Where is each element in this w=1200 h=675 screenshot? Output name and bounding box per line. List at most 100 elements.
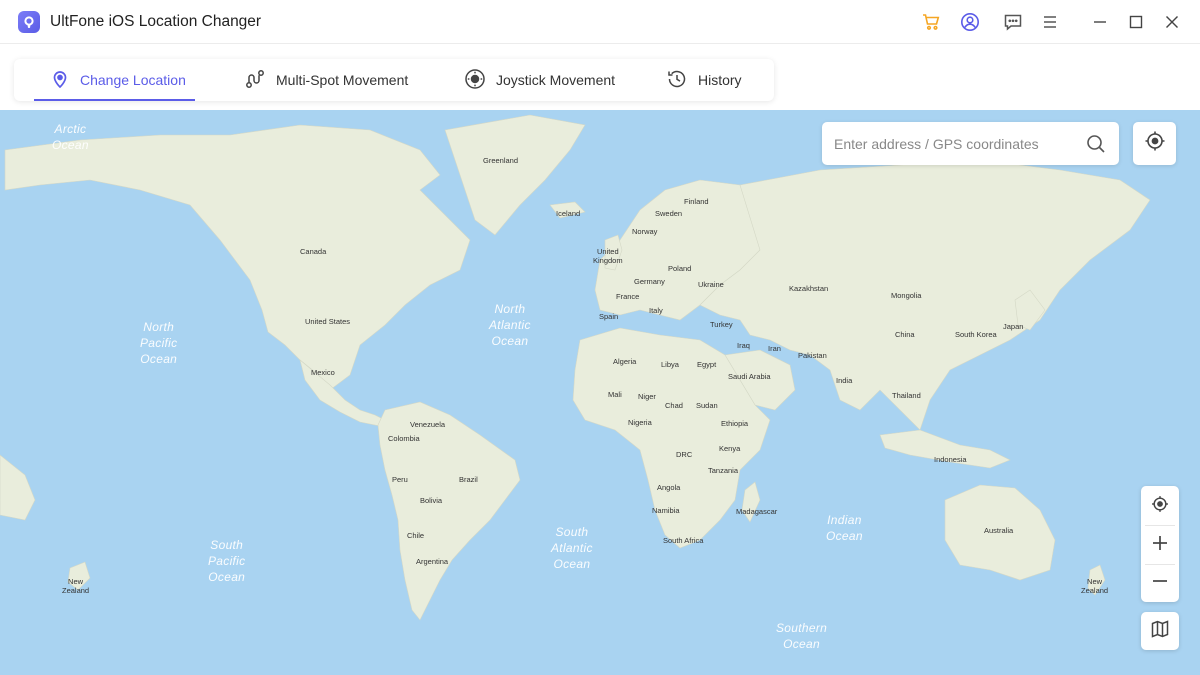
ocean-label: South Pacific Ocean <box>208 538 246 584</box>
joystick-icon <box>464 68 486 93</box>
zoom-in-icon <box>1151 534 1169 557</box>
country-label: Finland <box>684 197 709 206</box>
tab-label: Change Location <box>80 72 186 88</box>
world-map-canvas <box>0 114 1151 621</box>
app-logo <box>18 11 40 33</box>
ocean-label: South Atlantic Ocean <box>551 525 593 571</box>
tab-multi-spot-movement[interactable]: Multi-Spot Movement <box>244 59 408 101</box>
country-label: South Africa <box>663 536 704 545</box>
country-label: Niger <box>638 392 656 401</box>
map-layers-icon <box>1150 619 1170 644</box>
locate-me-button[interactable] <box>1141 487 1179 525</box>
country-label: Chad <box>665 401 683 410</box>
menu-icon[interactable] <box>1040 12 1060 32</box>
country-label: Chile <box>407 531 425 540</box>
tab-history[interactable]: History <box>666 59 742 101</box>
country-label: Argentina <box>416 557 449 566</box>
country-label: Madagascar <box>736 507 778 516</box>
country-label: Sudan <box>696 401 718 410</box>
country-label: Tanzania <box>708 466 739 475</box>
ocean-label: Indian Ocean <box>826 513 863 543</box>
country-label: Thailand <box>892 391 921 400</box>
country-label: DRC <box>676 450 693 459</box>
country-label: Japan <box>1003 322 1024 331</box>
country-label: Ethiopia <box>721 419 749 428</box>
country-label: Venezuela <box>410 420 446 429</box>
tab-change-location[interactable]: Change Location <box>34 59 195 101</box>
gps-locate-button[interactable] <box>1133 122 1176 165</box>
country-label: Norway <box>632 227 658 236</box>
cart-icon[interactable] <box>921 12 941 32</box>
country-label: Turkey <box>710 320 733 329</box>
country-label: Mali <box>608 390 622 399</box>
country-label: France <box>616 292 640 301</box>
country-label: Italy <box>649 306 663 315</box>
country-label: Iraq <box>737 341 750 350</box>
country-label: South Korea <box>955 330 997 339</box>
country-label: Iran <box>768 344 781 353</box>
country-label: Mexico <box>311 368 335 377</box>
country-label: Algeria <box>613 357 637 366</box>
search-icon[interactable] <box>1085 133 1107 155</box>
country-label: New Zealand <box>1081 577 1109 595</box>
country-label: United States <box>305 317 351 326</box>
country-label: Indonesia <box>934 455 967 464</box>
ocean-label: North Atlantic Ocean <box>489 302 531 348</box>
account-icon[interactable] <box>960 12 980 32</box>
landmass-north-america <box>4 124 471 391</box>
route-icon <box>244 68 266 93</box>
country-label: United Kingdom <box>593 247 623 265</box>
tab-bar-area: Change Location Multi-Spot Movement Joys… <box>0 44 1200 110</box>
ocean-label: Arctic Ocean <box>52 122 89 152</box>
app-title: UltFone iOS Location Changer <box>50 13 262 30</box>
country-label: Canada <box>300 247 327 256</box>
zoom-out-icon <box>1151 572 1169 595</box>
tab-label: Joystick Movement <box>496 72 616 88</box>
country-label: Kenya <box>719 444 741 453</box>
country-label: Poland <box>668 264 692 273</box>
country-label: Bolivia <box>420 496 443 505</box>
country-label: Egypt <box>697 360 717 369</box>
country-label: Nigeria <box>628 418 652 427</box>
title-bar: UltFone iOS Location Changer <box>0 0 1200 44</box>
close-icon[interactable] <box>1162 12 1182 32</box>
country-label: Spain <box>599 312 619 321</box>
history-icon <box>666 68 688 93</box>
crosshair-icon <box>1143 129 1167 158</box>
minimize-icon[interactable] <box>1090 12 1110 32</box>
country-label: China <box>895 330 915 339</box>
country-label: New Zealand <box>62 577 90 595</box>
address-search-input[interactable] <box>834 133 1074 155</box>
country-label: Brazil <box>459 475 478 484</box>
map-controls <box>1141 486 1179 602</box>
country-label: Germany <box>634 277 665 286</box>
country-label: Angola <box>657 483 681 492</box>
map-type-button[interactable] <box>1141 612 1179 650</box>
country-label: Australia <box>984 526 1014 535</box>
country-label: Peru <box>392 475 408 484</box>
locate-icon <box>1150 494 1170 519</box>
tab-label: Multi-Spot Movement <box>276 72 409 88</box>
world-map[interactable]: Greenland Iceland Finland Sweden Norway … <box>0 110 1200 675</box>
country-label: Greenland <box>483 156 519 165</box>
country-label: Ukraine <box>698 280 724 289</box>
country-label: Pakistan <box>798 351 827 360</box>
maximize-icon[interactable] <box>1126 12 1146 32</box>
country-label: Libya <box>661 360 679 369</box>
feedback-icon[interactable] <box>1003 12 1023 32</box>
tab-label: History <box>698 72 742 88</box>
country-label: Kazakhstan <box>789 284 829 293</box>
country-label: Iceland <box>556 209 581 218</box>
tab-joystick-movement[interactable]: Joystick Movement <box>464 59 615 101</box>
location-pin-icon <box>50 69 70 92</box>
zoom-in-button[interactable] <box>1141 526 1179 564</box>
zoom-out-button[interactable] <box>1141 564 1179 602</box>
country-label: Mongolia <box>891 291 922 300</box>
ocean-label: Southern Ocean <box>776 621 828 651</box>
country-label: Saudi Arabia <box>728 372 771 381</box>
landmass-left-edge <box>0 454 36 521</box>
address-search-box <box>822 122 1119 165</box>
country-label: Colombia <box>388 434 420 443</box>
active-tab-indicator <box>34 99 195 101</box>
ocean-label: North Pacific Ocean <box>140 320 178 366</box>
